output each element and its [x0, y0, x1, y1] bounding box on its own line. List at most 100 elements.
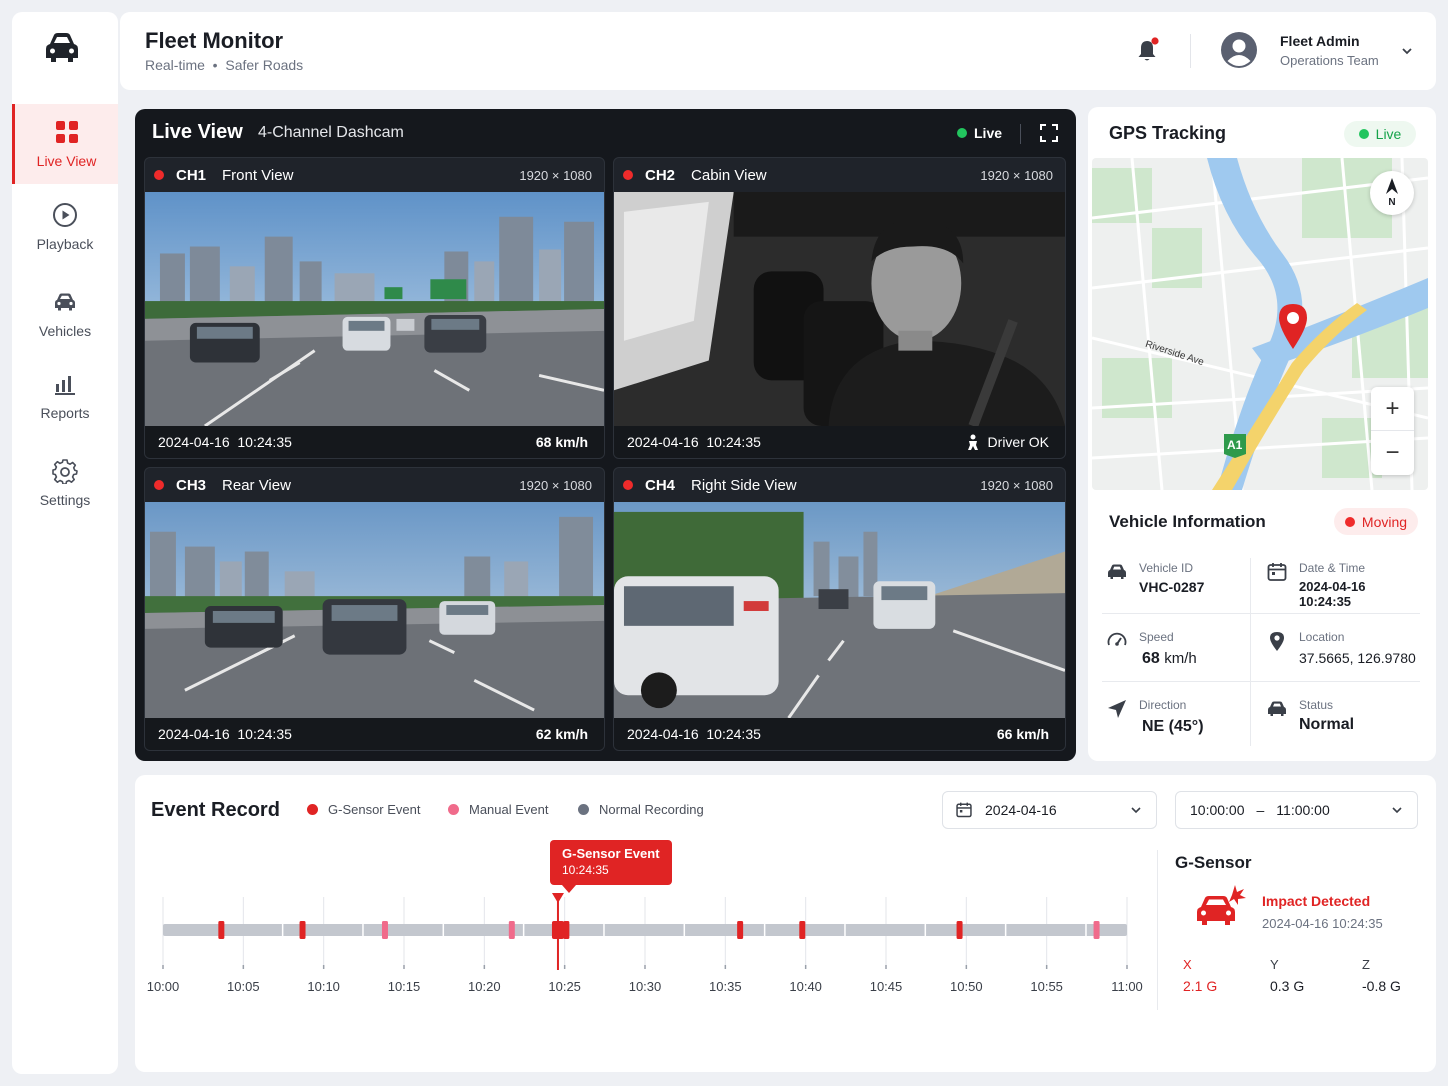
direction-cell: Direction NE (45°): [1102, 683, 1261, 751]
camera-channel: CH2: [645, 166, 676, 184]
camera-name: Right Side View: [691, 476, 797, 494]
camera-timestamp: 2024-04-16 10:24:35: [627, 726, 761, 742]
callout-title: G-Sensor Event: [562, 846, 660, 861]
timeline-segment-gap: [281, 924, 284, 936]
time-end: 11:00:00: [1276, 802, 1330, 818]
direction-label: Direction: [1139, 698, 1187, 712]
camera-ch4[interactable]: CH4 Right Side View 1920 × 1080 2024-04-…: [613, 467, 1066, 751]
camera-feed-right-side: [614, 502, 1065, 718]
recording-dot-icon: [623, 480, 633, 490]
car-logo-icon: [46, 33, 78, 62]
manual-event-marker: [1093, 921, 1100, 939]
x-axis-label: X: [1183, 957, 1192, 972]
timeline-segment-gap: [1085, 924, 1087, 936]
camera-footer: 2024-04-16 10:24:35 62 km/h: [145, 718, 604, 750]
timeline-tick-label: 10:40: [789, 979, 822, 994]
map-highway-label: A1: [1227, 438, 1243, 452]
date-select[interactable]: 2024-04-16: [942, 791, 1157, 829]
timeline-tick-label: 10:45: [869, 979, 903, 994]
timeline-segment-gap: [522, 924, 525, 936]
nav-label: Playback: [36, 236, 94, 252]
chevron-down-icon: [1131, 807, 1141, 814]
sidebar: Live View Playback Vehicles Reports Sett…: [12, 12, 118, 1074]
speed-number: 68: [1142, 650, 1160, 667]
chevron-down-icon: [1392, 807, 1402, 814]
timeline-segment-gap: [844, 924, 846, 936]
time-start: 10:00:00: [1190, 802, 1245, 818]
vehicle-info-grid: Vehicle ID VHC-0287 Date & Time 2024-04-…: [1102, 546, 1420, 752]
datetime-cell: Date & Time 2024-04-16 10:24:35: [1262, 546, 1421, 614]
notification-bell-icon[interactable]: [1133, 37, 1161, 65]
camera-ch3[interactable]: CH3 Rear View 1920 × 1080 2024-04-16 10:…: [144, 467, 605, 751]
legend-manual: Manual Event: [448, 802, 549, 817]
live-divider: [1020, 124, 1021, 144]
gps-live-text: Live: [1375, 126, 1402, 142]
nav-settings[interactable]: Settings: [12, 443, 118, 523]
timeline-tick-label: 10:50: [950, 979, 983, 994]
live-view-subtitle: 4-Channel Dashcam: [258, 124, 404, 141]
timeline-segment-gap: [1004, 924, 1007, 936]
navigation-arrow-icon: [1108, 700, 1126, 718]
speed-value: 68 km/h: [1142, 650, 1197, 668]
fullscreen-icon[interactable]: [1039, 123, 1059, 143]
camera-speed: 62 km/h: [535, 726, 588, 742]
gsensor-title: G-Sensor: [1175, 853, 1252, 872]
grid-icon: [55, 121, 78, 143]
location-cell: Location 37.5665, 126.9780: [1262, 615, 1421, 683]
manual-event-marker: [508, 921, 515, 939]
legend-label: Manual Event: [469, 802, 549, 817]
user-name: Fleet Admin: [1280, 33, 1360, 49]
nav-live-view[interactable]: Live View: [12, 104, 118, 184]
car-impact-icon: [1197, 885, 1246, 925]
app-title: Fleet Monitor: [145, 28, 284, 53]
recording-dot-icon: [154, 480, 164, 490]
camera-timestamp: 2024-04-16 10:24:35: [158, 726, 292, 742]
north-arrow-icon: [1386, 178, 1398, 194]
nav-label: Live View: [36, 153, 97, 169]
time-range-select[interactable]: 10:00:00 – 11:00:00: [1175, 791, 1418, 829]
chevron-down-icon[interactable]: [1400, 44, 1414, 58]
avatar[interactable]: [1220, 31, 1258, 69]
compass-button[interactable]: N: [1370, 171, 1414, 215]
timeline-tick-label: 10:20: [468, 979, 501, 994]
timeline-tick-label: 10:35: [709, 979, 742, 994]
nav-reports[interactable]: Reports: [12, 356, 118, 436]
timeline-chart: [162, 893, 1128, 970]
live-view-panel: Live View 4-Channel Dashcam Live CH1 Fro…: [135, 109, 1076, 761]
event-record-panel: Event Record G-Sensor Event Manual Event…: [135, 775, 1436, 1072]
zoom-out-button[interactable]: −: [1371, 431, 1414, 475]
timeline-segment-gap: [763, 924, 766, 936]
gsensor-event-marker: [563, 921, 570, 939]
camera-channel: CH3: [176, 476, 207, 494]
zoom-in-button[interactable]: +: [1371, 387, 1414, 431]
user-team: Operations Team: [1280, 53, 1379, 68]
driver-status: Driver OK: [966, 434, 1049, 450]
live-dot-icon: [1358, 129, 1369, 139]
nav-vehicles[interactable]: Vehicles: [12, 274, 118, 354]
gps-panel: GPS Tracking Live Riverside Ave A1 N + −: [1088, 107, 1436, 761]
camera-header: CH4 Right Side View 1920 × 1080: [614, 468, 1065, 502]
camera-speed: 68 km/h: [535, 434, 588, 450]
gps-live-badge: Live: [1344, 121, 1416, 147]
camera-ch1[interactable]: CH1 Front View 1920 × 1080 2024-04-16 10…: [144, 157, 605, 459]
legend-dot-icon: [448, 804, 459, 815]
speed-cell: Speed 68 km/h: [1102, 615, 1261, 683]
speed-label: Speed: [1139, 630, 1174, 644]
bar-chart-icon: [55, 376, 75, 395]
legend-dot-icon: [578, 804, 589, 815]
camera-header: CH2 Cabin View 1920 × 1080: [614, 158, 1065, 192]
camera-feed-cabin: [614, 192, 1065, 426]
event-timeline[interactable]: 10:00 10:05 10:10 10:15 10:20 10:25 10:30 10:35…: [147, 875, 1147, 1015]
gear-icon: [52, 459, 78, 484]
camera-channel: CH1: [176, 166, 207, 184]
legend-label: Normal Recording: [599, 802, 704, 817]
status-label: Status: [1299, 698, 1334, 712]
nav-playback[interactable]: Playback: [12, 187, 118, 267]
compass-label: N: [1388, 197, 1396, 208]
camera-ch2[interactable]: CH2 Cabin View 1920 × 1080 2024-04-16 10…: [613, 157, 1066, 459]
header-divider: [1190, 34, 1191, 68]
camera-resolution: 1920 × 1080: [519, 167, 592, 183]
camera-header: CH3 Rear View 1920 × 1080: [145, 468, 604, 502]
camera-feed-rear: [145, 502, 604, 718]
camera-name: Cabin View: [691, 166, 767, 184]
